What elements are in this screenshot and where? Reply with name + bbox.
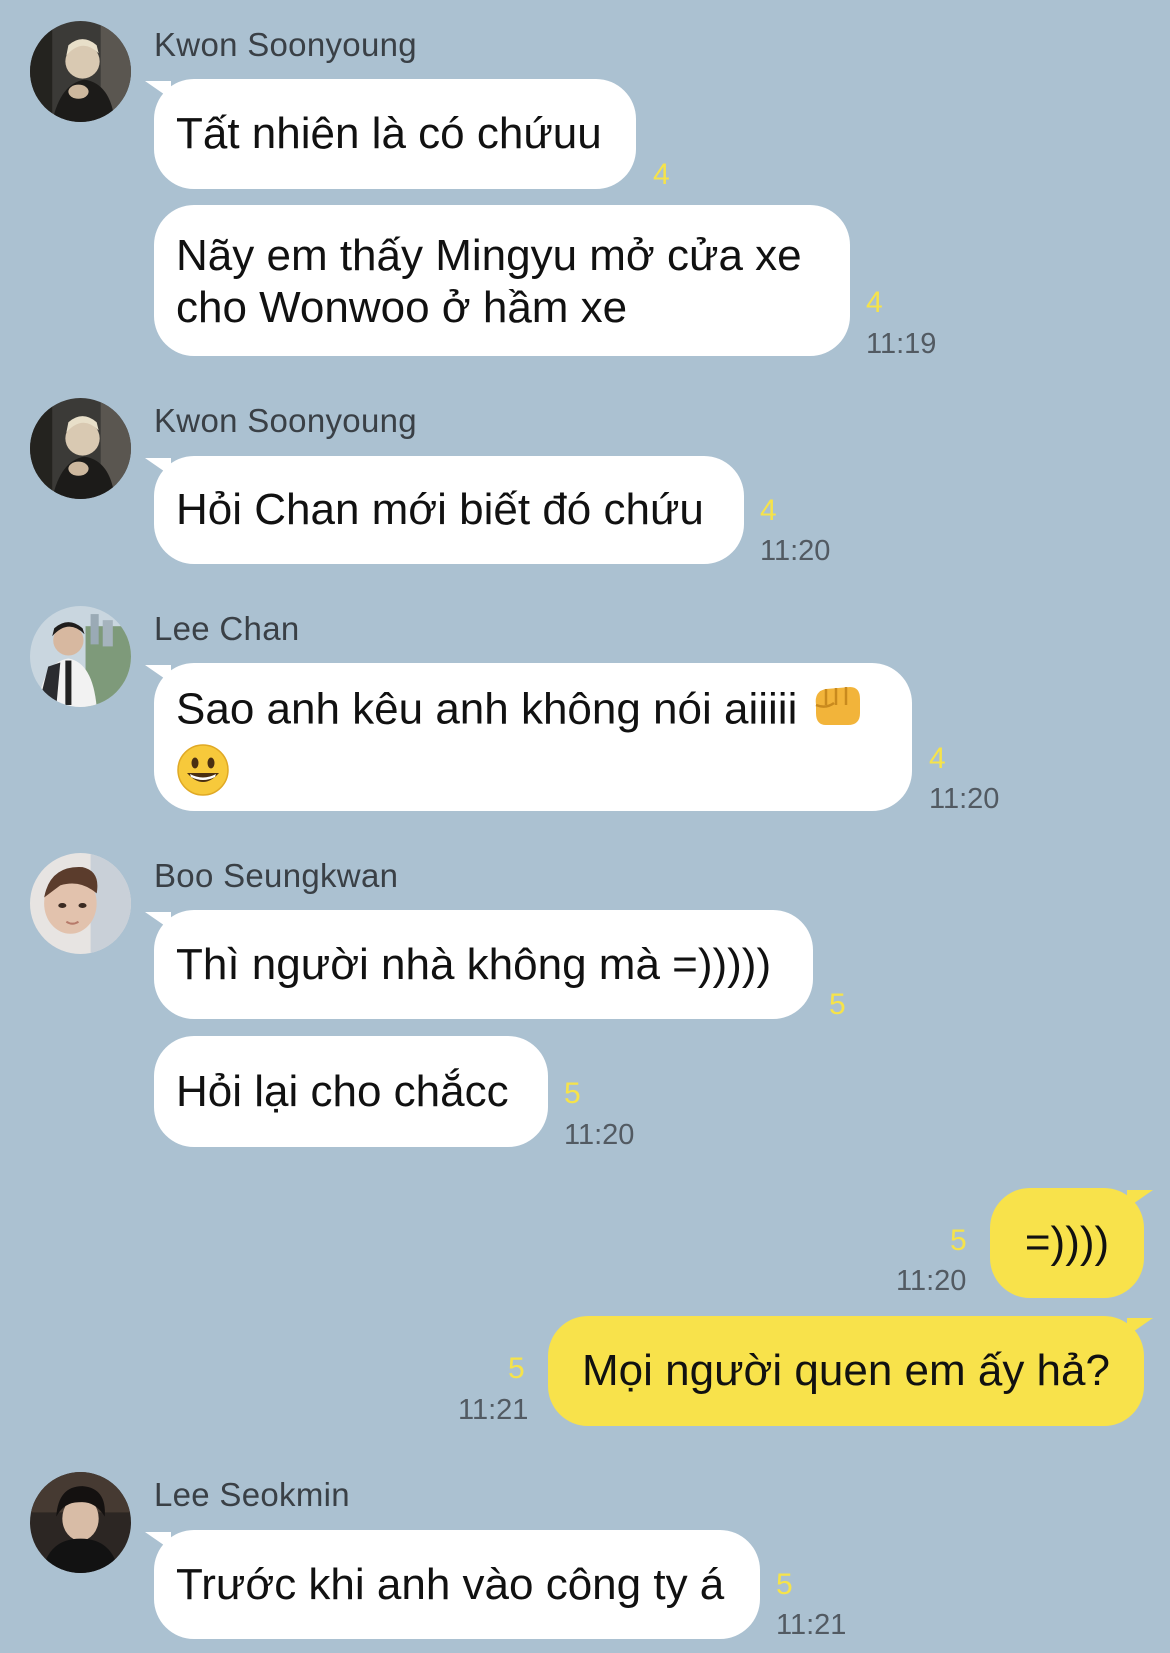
message-text-line: Sao anh kêu anh không nói aiiiii: [176, 684, 798, 734]
message-timestamp: 11:19: [866, 328, 937, 360]
sender-name: Boo Seungkwan: [154, 857, 399, 894]
message-bubble[interactable]: Sao anh kêu anh không nói aiiiii: [145, 663, 912, 811]
sender-name: Lee Chan: [154, 610, 300, 647]
avatar-boo-seungkwan[interactable]: [30, 853, 131, 954]
profile-photo-icon: [30, 398, 131, 499]
outgoing-message-bubble[interactable]: =)))): [990, 1188, 1153, 1298]
sender-name: Kwon Soonyoung: [154, 26, 417, 63]
unread-count: 5: [564, 1077, 581, 1110]
message-text-line: Nãy em thấy Mingyu mở cửa xe: [176, 231, 802, 280]
message-timestamp: 11:20: [896, 1265, 967, 1297]
message-text: Hỏi lại cho chắcc: [176, 1066, 509, 1116]
message-bubble[interactable]: Thì người nhà không mà =))))): [145, 910, 813, 1019]
unread-count: 5: [829, 988, 846, 1021]
oncoming-fist-emoji: [810, 683, 862, 741]
unread-count: 4: [653, 158, 670, 191]
unread-count: 4: [929, 742, 946, 775]
avatar-lee-chan[interactable]: [30, 606, 131, 707]
profile-photo-icon: [30, 853, 131, 954]
sender-name: Lee Seokmin: [154, 1476, 350, 1513]
message-text: Mọi người quen em ấy hả?: [582, 1346, 1110, 1395]
grinning-face-emoji: [176, 743, 230, 809]
sender-name: Kwon Soonyoung: [154, 402, 417, 439]
avatar-kwon-soonyoung[interactable]: [30, 21, 131, 122]
message-timestamp: 11:20: [760, 535, 831, 567]
message-bubble[interactable]: Nãy em thấy Mingyu mở cửa xe cho Wonwoo …: [154, 205, 850, 356]
message-timestamp: 11:21: [776, 1609, 847, 1641]
message-timestamp: 11:20: [929, 783, 1000, 815]
outgoing-message-bubble[interactable]: Mọi người quen em ấy hả?: [548, 1316, 1153, 1426]
message-text: =)))): [1024, 1218, 1110, 1267]
message-text: Hỏi Chan mới biết đó chứu: [176, 485, 704, 534]
message-bubble[interactable]: Tất nhiên là có chứuu: [145, 79, 636, 189]
message-bubble[interactable]: Trước khi anh vào công ty á: [145, 1530, 760, 1639]
unread-count: 5: [508, 1352, 525, 1385]
profile-photo-icon: [30, 1472, 131, 1573]
message-text: Thì người nhà không mà =))))): [176, 939, 772, 989]
avatar-lee-seokmin[interactable]: [30, 1472, 131, 1573]
unread-count: 5: [776, 1568, 793, 1601]
message-text: Tất nhiên là có chứuu: [176, 109, 602, 158]
message-timestamp: 11:21: [458, 1394, 529, 1426]
message-bubble[interactable]: Hỏi Chan mới biết đó chứu: [145, 456, 744, 564]
message-bubble[interactable]: Hỏi lại cho chắcc: [154, 1036, 548, 1147]
message-timestamp: 11:20: [564, 1119, 635, 1151]
unread-count: 5: [950, 1224, 967, 1257]
avatar-kwon-soonyoung[interactable]: [30, 398, 131, 499]
unread-count: 4: [866, 286, 883, 319]
message-text: Trước khi anh vào công ty á: [176, 1559, 725, 1609]
message-text-line: cho Wonwoo ở hầm xe: [176, 283, 628, 332]
profile-photo-icon: [30, 21, 131, 122]
profile-photo-icon: [30, 606, 131, 707]
unread-count: 4: [760, 494, 777, 527]
